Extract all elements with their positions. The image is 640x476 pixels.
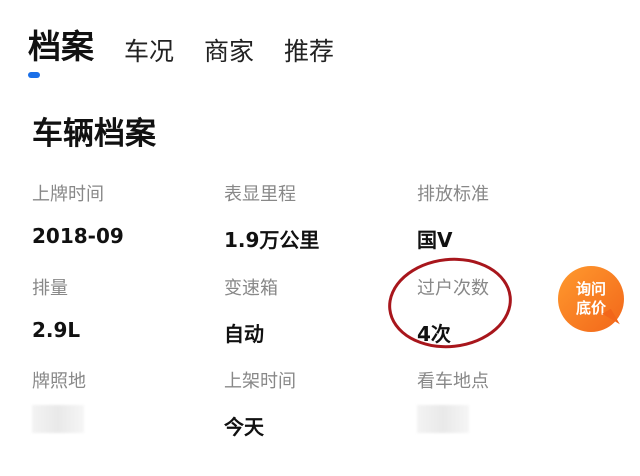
field-listing-time: 上架时间 今天 bbox=[224, 367, 404, 439]
field-label: 上架时间 bbox=[224, 371, 296, 392]
field-plate-location: 牌照地 bbox=[32, 367, 212, 433]
field-label: 看车地点 bbox=[417, 371, 489, 392]
tab-bar: 档案 车况 商家 推荐 bbox=[28, 26, 364, 69]
tab-recommend[interactable]: 推荐 bbox=[284, 36, 334, 69]
tab-dealer[interactable]: 商家 bbox=[204, 36, 254, 69]
field-emission-standard: 排放标准 国V bbox=[417, 180, 597, 252]
field-value: 2018-09 bbox=[32, 224, 124, 248]
field-viewing-location: 看车地点 bbox=[417, 367, 597, 433]
field-mileage: 表显里程 1.9万公里 bbox=[224, 180, 404, 252]
field-value: 国V bbox=[417, 228, 453, 252]
blurred-value bbox=[417, 405, 469, 433]
field-value: 2.9L bbox=[32, 318, 81, 342]
field-label: 排放标准 bbox=[417, 184, 489, 205]
active-tab-indicator bbox=[28, 72, 40, 78]
tab-condition[interactable]: 车况 bbox=[124, 36, 174, 69]
field-label: 变速箱 bbox=[224, 278, 278, 299]
field-value: 今天 bbox=[224, 415, 264, 439]
section-title: 车辆档案 bbox=[32, 116, 156, 152]
blurred-value bbox=[32, 405, 84, 433]
tab-archive[interactable]: 档案 bbox=[28, 26, 94, 69]
field-label: 表显里程 bbox=[224, 184, 296, 205]
field-label: 排量 bbox=[32, 278, 68, 299]
field-displacement: 排量 2.9L bbox=[32, 274, 212, 342]
ask-price-label-line2: 底价 bbox=[575, 299, 606, 317]
field-transmission: 变速箱 自动 bbox=[224, 274, 404, 346]
field-registration-date: 上牌时间 2018-09 bbox=[32, 180, 212, 248]
field-value: 自动 bbox=[224, 322, 264, 346]
ask-price-label-line1: 询问 bbox=[575, 280, 606, 299]
field-label: 牌照地 bbox=[32, 371, 86, 392]
field-label: 上牌时间 bbox=[32, 184, 104, 205]
field-value: 1.9万公里 bbox=[224, 228, 320, 252]
